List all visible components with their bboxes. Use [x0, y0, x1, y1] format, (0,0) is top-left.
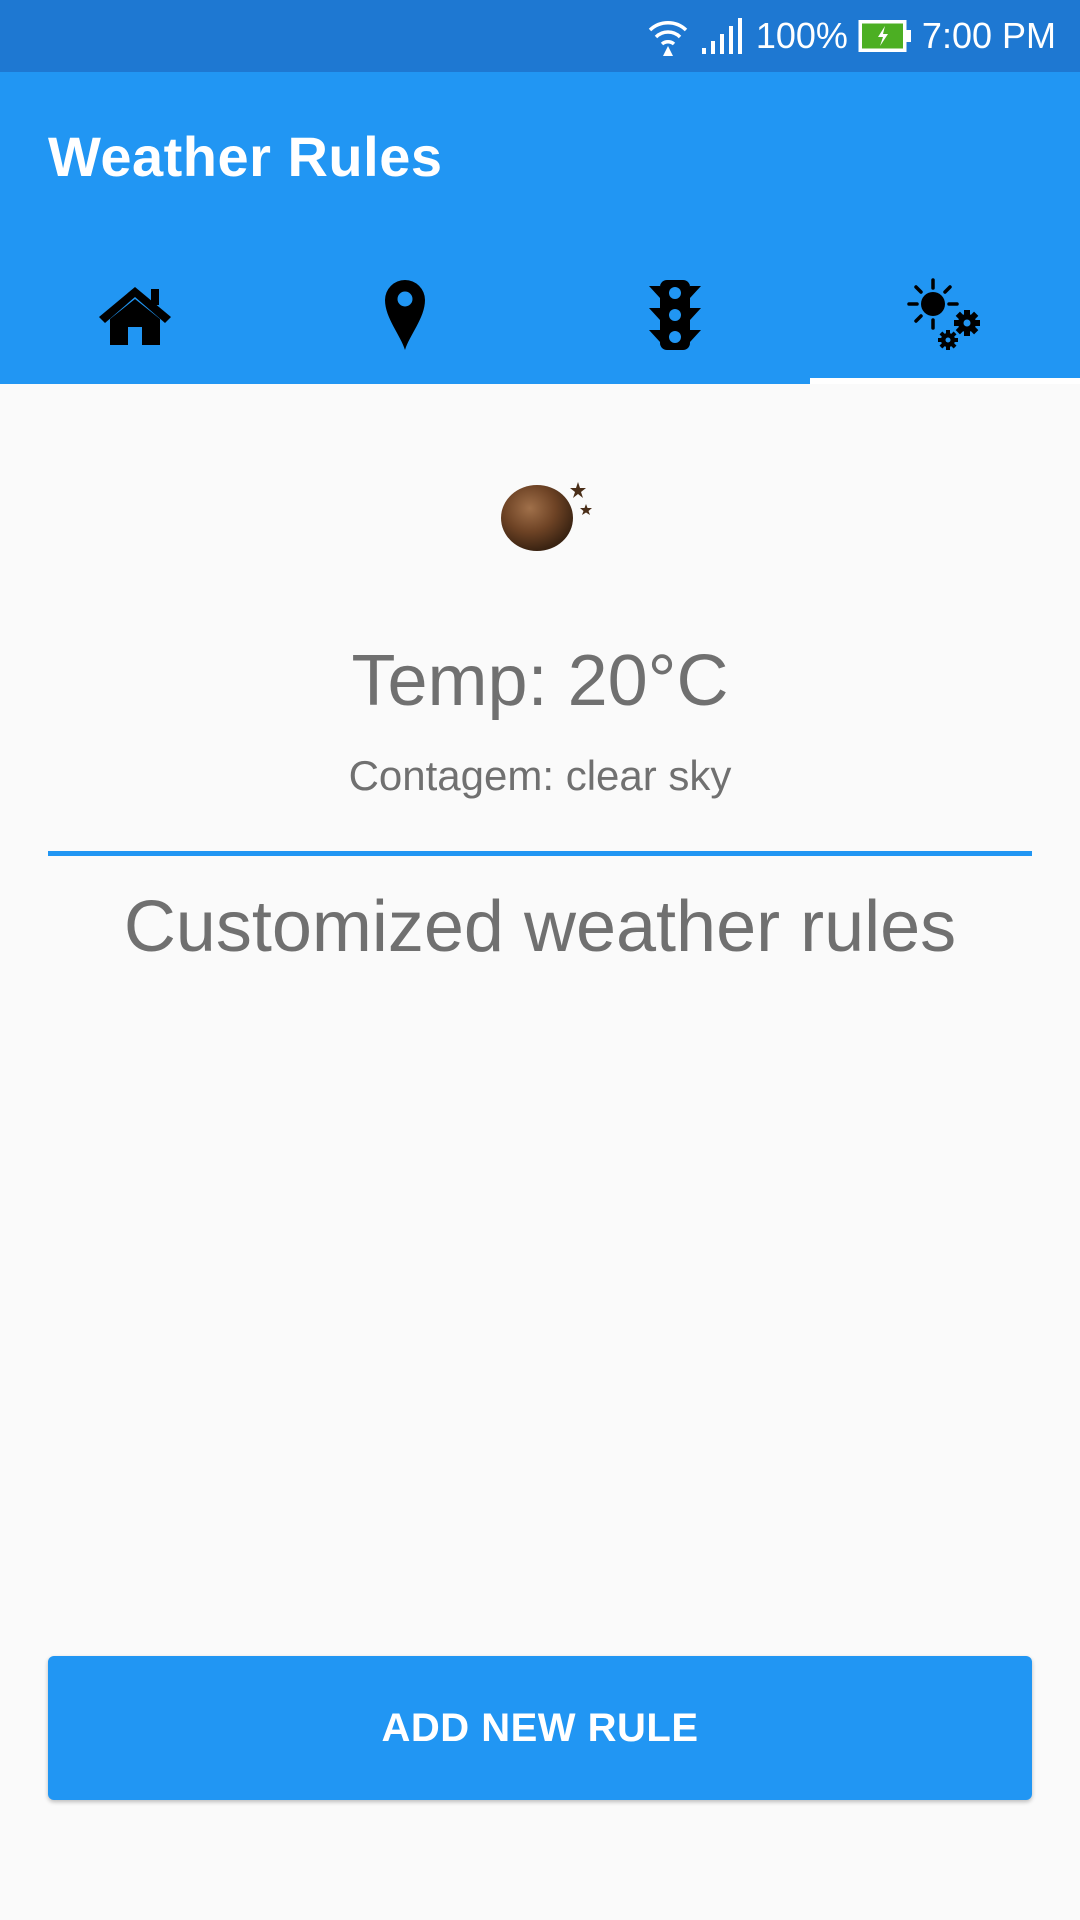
tab-bar [0, 250, 1080, 384]
clock: 7:00 PM [921, 15, 1056, 56]
app-bar: Weather Rules [0, 72, 1080, 384]
add-new-rule-button[interactable]: ADD NEW RULE [48, 1656, 1032, 1800]
rules-section-title: Customized weather rules [123, 887, 957, 967]
tab-home[interactable] [0, 250, 270, 384]
battery-charging-icon [858, 19, 912, 53]
tab-location[interactable] [270, 250, 540, 384]
signal-icon [700, 16, 746, 56]
home-icon [97, 283, 173, 352]
battery-percent: 100% [755, 15, 848, 56]
traffic-light-icon [647, 278, 703, 357]
status-bar: 100% 7:00 PM [0, 0, 1080, 72]
rules-list [48, 990, 1032, 1630]
temperature-text: Temp: 20°C [351, 641, 729, 721]
location-pin-icon [383, 278, 427, 357]
divider [48, 851, 1032, 856]
wifi-icon [646, 14, 690, 58]
weather-description: Contagem: clear sky [348, 752, 732, 799]
status-indicators: 100% 7:00 PM [646, 0, 1056, 72]
weather-settings-icon [907, 277, 983, 357]
app-title: Weather Rules [48, 125, 443, 188]
tab-weather-settings[interactable] [810, 250, 1080, 384]
tab-traffic[interactable] [540, 250, 810, 384]
night-clear-sky-icon [496, 470, 600, 554]
